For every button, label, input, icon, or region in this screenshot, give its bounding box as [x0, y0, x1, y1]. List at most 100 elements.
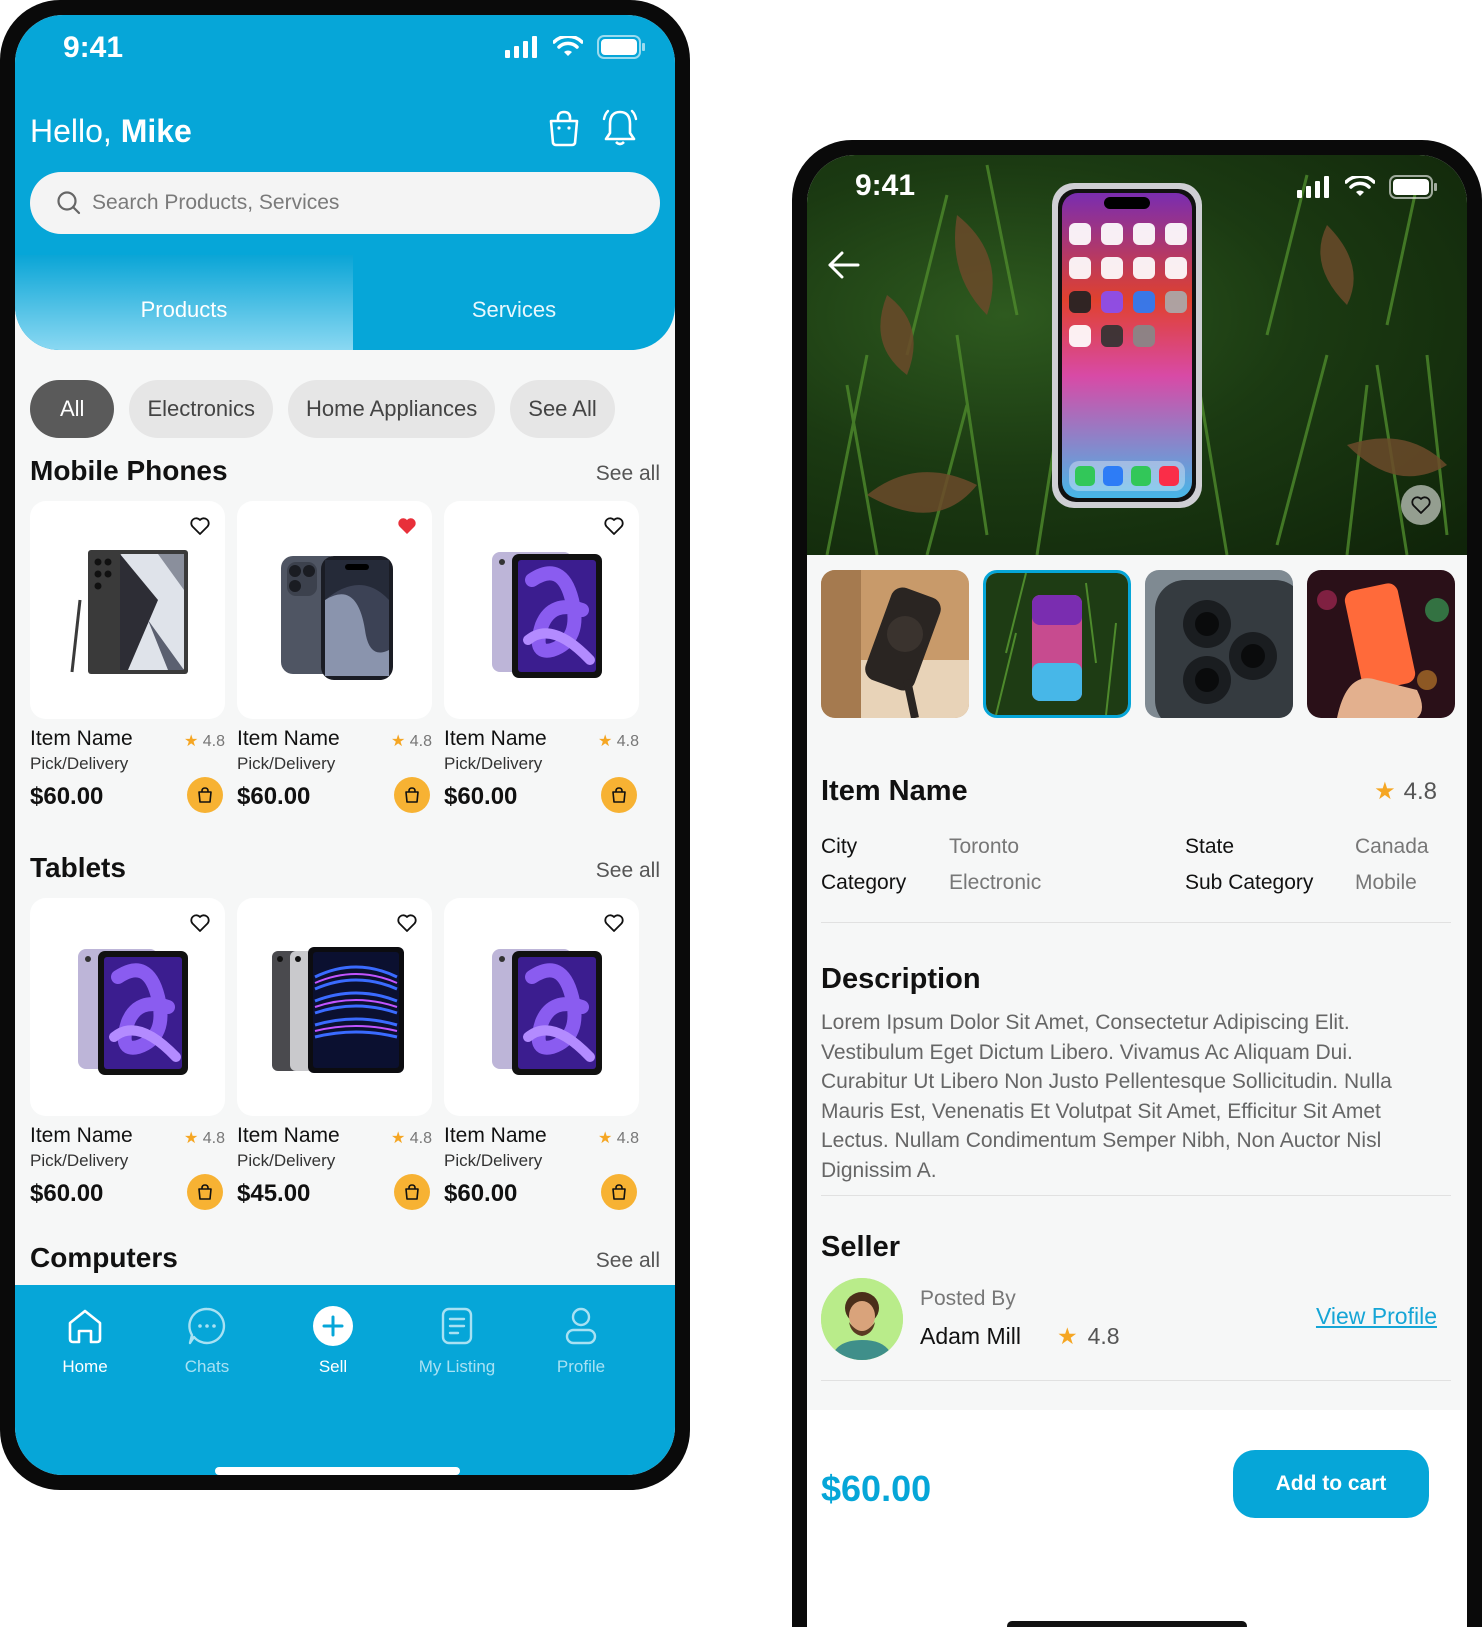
product-card[interactable]: Item Name ★ 4.8 Pick/Delivery $45.00: [237, 898, 432, 1210]
spec-category-label: Category: [821, 871, 907, 894]
home-screen: 9:41 Hello, Mike Search Products, Servic…: [15, 15, 675, 1475]
avatar[interactable]: [821, 1278, 903, 1360]
product-rating: ★ 4.8: [184, 1128, 225, 1148]
product-card[interactable]: Item Name ★ 4.8 Pick/Delivery $60.00: [30, 898, 225, 1210]
chip-all[interactable]: All: [30, 380, 115, 438]
product-card[interactable]: Item Name ★ 4.8 Pick/Delivery $60.00: [237, 501, 432, 813]
search-placeholder: Search Products, Services: [92, 191, 340, 214]
see-all-computers[interactable]: See all: [596, 1249, 660, 1273]
ipad-image: [491, 552, 602, 678]
add-to-bag-button[interactable]: [187, 1174, 223, 1210]
add-to-bag-button[interactable]: [187, 777, 223, 813]
delivery-type: Pick/Delivery: [444, 754, 543, 773]
seller-avatar-image: [821, 1278, 903, 1360]
product-card[interactable]: Item Name ★ 4.8 Pick/Delivery $60.00: [444, 501, 639, 813]
tablets-row: Item Name ★ 4.8 Pick/Delivery $60.00 Ite…: [30, 898, 639, 1210]
purchase-footer: $60.00 Add to cart: [807, 1410, 1467, 1627]
rating-value: 4.8: [1087, 1323, 1120, 1349]
favorite-button[interactable]: [1401, 485, 1441, 525]
view-profile-link[interactable]: View Profile: [1316, 1303, 1437, 1330]
section-title-mobile-phones: Mobile Phones: [30, 455, 228, 486]
bag-icon: [405, 1184, 419, 1200]
greeting: Hello, Mike: [30, 113, 192, 150]
product-price: $60.00: [30, 783, 104, 810]
thumbnail-2[interactable]: [983, 570, 1131, 718]
ipad-image: [77, 949, 188, 1075]
bag-icon: [198, 1184, 212, 1200]
chip-electronics[interactable]: Electronics: [129, 380, 274, 438]
seller-title: Seller: [821, 1231, 900, 1263]
product-name: Item Name: [30, 1124, 133, 1147]
product-card[interactable]: Item Name ★ 4.8 Pick/Delivery $60.00: [30, 501, 225, 813]
thumbnail-gallery: [821, 570, 1455, 718]
product-image: [444, 898, 639, 1116]
heart-icon[interactable]: [396, 912, 418, 934]
rating-value: 4.8: [1403, 778, 1437, 805]
seller-rating: ★ 4.8: [1057, 1323, 1120, 1350]
description-title: Description: [821, 963, 981, 995]
spec-state-label: State: [1185, 835, 1235, 858]
search-icon: [57, 191, 81, 215]
section-title-computers: Computers: [30, 1242, 178, 1273]
nav-sell-label: Sell: [318, 1357, 348, 1376]
shopping-bag-icon[interactable]: [543, 107, 585, 149]
home-indicator: [1007, 1621, 1247, 1627]
add-to-bag-button[interactable]: [394, 777, 430, 813]
thumbnail-4[interactable]: [1307, 570, 1455, 718]
listing-icon: [441, 1307, 473, 1345]
spec-city-label: City: [821, 835, 858, 858]
chip-see-all[interactable]: See All: [510, 380, 615, 438]
status-time: 9:41: [855, 169, 916, 202]
see-all-tablets[interactable]: See all: [596, 859, 660, 883]
battery-icon: [1389, 175, 1437, 199]
back-arrow-icon[interactable]: [827, 250, 861, 280]
heart-icon[interactable]: [189, 912, 211, 934]
product-card[interactable]: Item Name ★ 4.8 Pick/Delivery $60.00: [444, 898, 639, 1210]
thumbnail-image-hand: [1307, 570, 1455, 718]
thumbnail-1[interactable]: [821, 570, 969, 718]
nav-my-listing[interactable]: My Listing: [397, 1305, 517, 1377]
description-text: Lorem Ipsum Dolor Sit Amet, Consectetur …: [821, 1011, 1392, 1182]
heart-icon[interactable]: [603, 912, 625, 934]
divider: [821, 1195, 1451, 1196]
see-all-mobile-phones[interactable]: See all: [596, 462, 660, 486]
chat-icon: [188, 1307, 226, 1345]
thumbnail-3[interactable]: [1145, 570, 1293, 718]
add-to-cart-button[interactable]: Add to cart: [1233, 1450, 1429, 1518]
nav-sell[interactable]: Sell: [273, 1305, 393, 1377]
product-rating: ★ 4.8: [598, 1128, 639, 1148]
add-to-bag-button[interactable]: [601, 1174, 637, 1210]
heart-icon: [1411, 496, 1431, 514]
product-rating: ★ 4.8: [1374, 777, 1437, 806]
bag-icon: [612, 787, 626, 803]
delivery-type: Pick/Delivery: [237, 754, 336, 773]
add-to-bag-button[interactable]: [601, 777, 637, 813]
product-price: $60.00: [30, 1180, 104, 1207]
heart-icon[interactable]: [189, 515, 211, 537]
heart-icon[interactable]: [603, 515, 625, 537]
product-rating: ★ 4.8: [598, 731, 639, 751]
add-to-bag-button[interactable]: [394, 1174, 430, 1210]
product-price: $60.00: [444, 783, 518, 810]
star-icon: ★: [183, 1130, 199, 1147]
product-price: $45.00: [237, 1180, 311, 1207]
tab-products[interactable]: Products: [15, 255, 353, 350]
rating-value: 4.8: [616, 1130, 639, 1147]
star-icon: ★: [597, 733, 613, 750]
nav-home[interactable]: Home: [25, 1305, 145, 1377]
iphone-image: [280, 556, 393, 680]
home-indicator: [215, 1467, 460, 1475]
bag-icon: [405, 787, 419, 803]
nav-profile[interactable]: Profile: [521, 1305, 641, 1377]
product-image: [237, 501, 432, 719]
tab-services[interactable]: Services: [353, 255, 675, 350]
chip-home-appliances[interactable]: Home Appliances: [288, 380, 496, 438]
search-input[interactable]: Search Products, Services: [30, 172, 660, 234]
delivery-type: Pick/Delivery: [30, 754, 129, 773]
wifi-icon: [1345, 176, 1375, 196]
delivery-type: Pick/Delivery: [444, 1151, 543, 1170]
bell-icon[interactable]: [599, 107, 641, 149]
nav-chats[interactable]: Chats: [147, 1305, 267, 1377]
battery-icon: [597, 35, 645, 59]
heart-icon[interactable]: [396, 515, 418, 537]
